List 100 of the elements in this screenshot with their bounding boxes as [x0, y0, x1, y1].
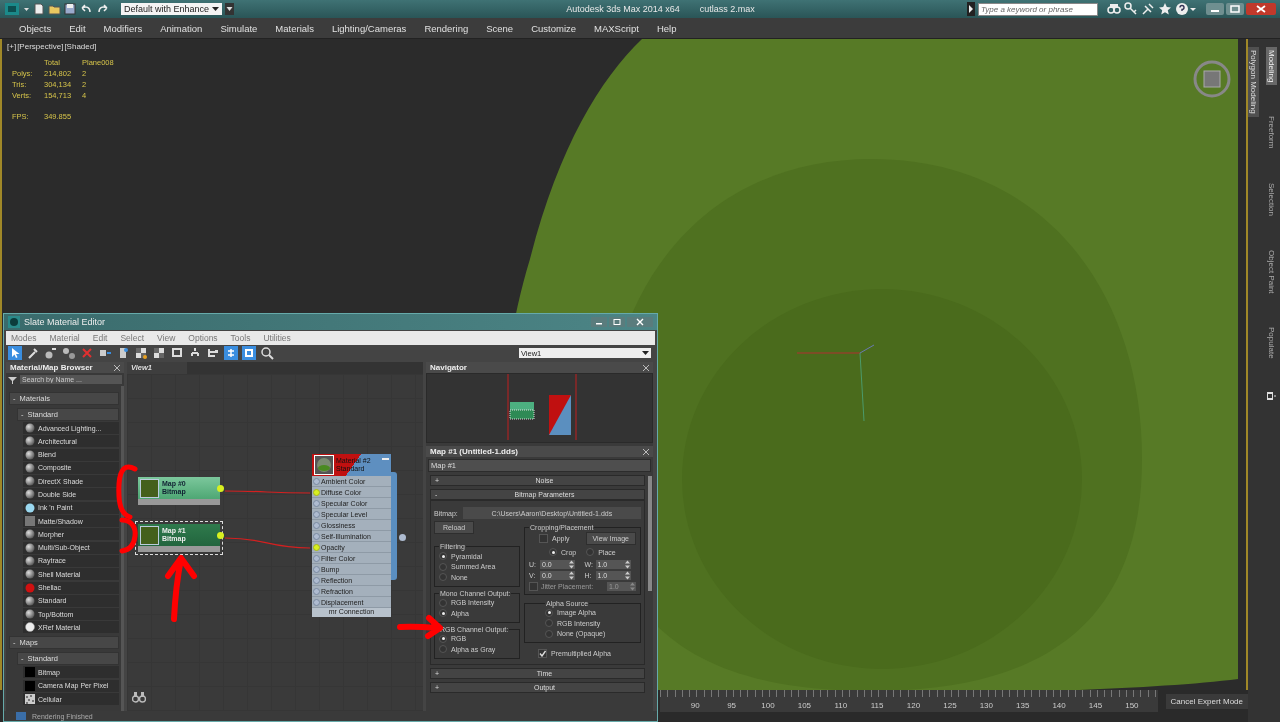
menu-item[interactable]: Customize	[531, 22, 577, 34]
sphere-arrow-icon[interactable]	[44, 346, 58, 360]
menu-item[interactable]: Animation	[160, 22, 203, 34]
radio-button[interactable]	[545, 619, 553, 628]
input-socket[interactable]	[313, 521, 320, 529]
maximize-icon[interactable]	[1226, 3, 1244, 15]
folder-icon[interactable]	[48, 2, 61, 16]
help-icon[interactable]	[1175, 2, 1197, 16]
spinner-arrows-icon[interactable]	[624, 559, 630, 569]
viewport-menu-label[interactable]: [+]	[7, 42, 17, 51]
menu-item[interactable]: Modifiers	[103, 22, 143, 34]
radio-button[interactable]	[439, 573, 447, 582]
input-socket[interactable]	[313, 598, 320, 606]
checker-icon[interactable]	[152, 346, 166, 360]
menu-item[interactable]: Lighting/Cameras	[331, 22, 407, 34]
close-icon[interactable]	[1246, 3, 1276, 15]
ribbon-tab[interactable]: Modeling	[1265, 47, 1277, 86]
radio-button[interactable]	[586, 548, 595, 557]
input-socket[interactable]	[313, 499, 320, 507]
output-socket[interactable]	[399, 534, 406, 541]
menu-item[interactable]: Options	[188, 333, 218, 343]
toggle-slot-icon[interactable]	[224, 346, 238, 360]
maximize-icon[interactable]	[609, 317, 625, 327]
scrollbar[interactable]	[648, 476, 652, 591]
ribbon-panel-tab[interactable]: Polygon Modeling	[1248, 47, 1259, 117]
cancel-expert-mode-button[interactable]: Cancel Expert Mode	[1165, 694, 1248, 709]
input-socket[interactable]	[313, 488, 320, 496]
eyedropper-icon[interactable]	[26, 346, 40, 360]
checkbox[interactable]	[538, 648, 547, 658]
menu-item[interactable]: Simulate	[220, 22, 258, 34]
radio-button[interactable]	[439, 609, 447, 618]
input-socket[interactable]	[313, 576, 320, 584]
input-socket[interactable]	[313, 510, 320, 518]
timeline-ruler[interactable]: 90 95 100 105 110 115 120 125 130 135 140 145 150	[660, 690, 1158, 712]
new-file-icon[interactable]	[33, 2, 45, 16]
navigator-minimap-drawing[interactable]	[507, 374, 577, 440]
radio-button[interactable]	[439, 562, 447, 571]
close-icon[interactable]	[114, 364, 120, 371]
ribbon-tab[interactable]: Populate	[1265, 324, 1277, 362]
collapse-icon[interactable]	[382, 458, 389, 462]
radio-button[interactable]	[549, 548, 557, 557]
menu-item[interactable]: Tools	[230, 333, 251, 343]
menu-item[interactable]: Material	[49, 333, 80, 343]
menu-item[interactable]: Materials	[275, 22, 314, 34]
menu-item[interactable]: Select	[120, 333, 145, 343]
menu-item[interactable]: Edit	[92, 333, 108, 343]
menu-item[interactable]: Rendering	[424, 22, 469, 34]
radio-button[interactable]	[439, 598, 447, 607]
input-socket[interactable]	[313, 477, 320, 485]
spheres-icon[interactable]	[62, 346, 76, 360]
input-socket[interactable]	[313, 532, 320, 540]
menu-item[interactable]: MAXScript	[594, 22, 639, 34]
layout-children-icon[interactable]	[206, 346, 220, 360]
minimize-icon[interactable]	[591, 317, 607, 327]
menu-item[interactable]: Utilities	[263, 333, 291, 343]
input-socket[interactable]	[313, 543, 320, 551]
minimize-icon[interactable]	[1206, 3, 1224, 15]
menu-item[interactable]: Objects	[19, 22, 52, 34]
checkbox[interactable]	[539, 534, 548, 543]
binoculars-icon[interactable]	[1107, 2, 1121, 16]
spinner-arrows-icon[interactable]	[569, 559, 574, 569]
input-socket[interactable]	[313, 554, 320, 562]
expand-arrow-icon[interactable]	[967, 2, 975, 16]
ribbon-tab[interactable]: Object Paint	[1265, 246, 1277, 297]
menu-item[interactable]: View	[157, 333, 176, 343]
ribbon-tab[interactable]: Freeform	[1265, 113, 1277, 152]
ribbon-tab[interactable]: Selection	[1265, 179, 1277, 219]
save-icon[interactable]	[64, 2, 76, 16]
close-icon[interactable]	[643, 364, 649, 371]
preview-window-icon[interactable]	[170, 346, 184, 360]
menu-item[interactable]: Modes	[11, 333, 37, 343]
star-icon[interactable]	[1158, 2, 1172, 16]
panel-toggle-icon[interactable]	[1266, 390, 1276, 402]
viewport-menu-label[interactable]: [Perspective]	[17, 42, 64, 51]
close-icon[interactable]	[643, 448, 649, 455]
magnifier-icon[interactable]	[260, 346, 274, 360]
radio-button[interactable]	[439, 634, 447, 643]
radio-button[interactable]	[545, 608, 553, 617]
key-icon[interactable]	[1124, 2, 1138, 16]
spinner-arrows-icon[interactable]	[624, 570, 630, 580]
radio-button[interactable]	[439, 645, 447, 654]
close-icon[interactable]	[627, 317, 653, 327]
radio-button[interactable]	[545, 629, 553, 638]
workspace-dropdown[interactable]: Default with Enhance	[121, 3, 223, 15]
viewport-menu-label[interactable]: [Shaded]	[64, 42, 97, 51]
spinner-arrows-icon[interactable]	[569, 570, 574, 580]
input-socket[interactable]	[313, 565, 320, 573]
toggle-panel-icon[interactable]	[242, 346, 256, 360]
search-field[interactable]: Type a keyword or phrase	[978, 2, 1098, 16]
input-socket[interactable]	[313, 587, 320, 595]
filter-icon[interactable]	[8, 375, 17, 384]
menu-item[interactable]: Edit	[69, 22, 86, 34]
sphere-icon	[25, 449, 35, 460]
output-socket[interactable]	[217, 532, 224, 539]
menu-item[interactable]: Help	[656, 22, 677, 34]
menu-item[interactable]: Scene	[486, 22, 514, 34]
output-socket[interactable]	[217, 485, 224, 492]
node-canvas[interactable]	[127, 374, 423, 711]
binoculars-icon[interactable]	[132, 691, 146, 703]
radio-button[interactable]	[439, 552, 447, 561]
